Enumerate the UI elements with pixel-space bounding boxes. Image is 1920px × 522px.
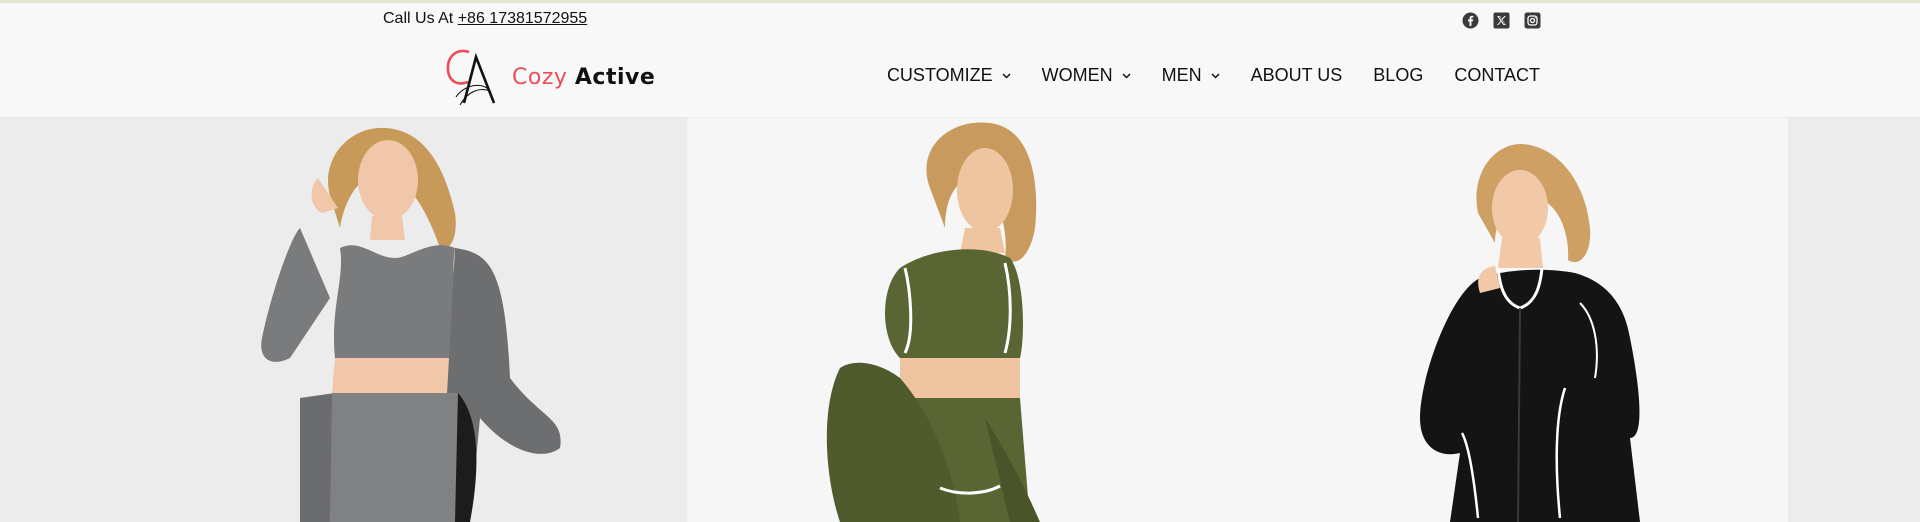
- site-header: Cozy Active CUSTOMIZE WOMEN MEN ABOUT US…: [0, 37, 1920, 118]
- nav-men[interactable]: MEN: [1162, 65, 1220, 86]
- logo-wordmark: Cozy Active: [512, 65, 655, 90]
- topbar: Call Us At +86 17381572955: [0, 3, 1920, 37]
- chevron-down-icon: [1211, 72, 1220, 79]
- nav-blog[interactable]: BLOG: [1373, 65, 1423, 86]
- logo-word-cozy: Cozy: [512, 64, 568, 90]
- facebook-icon[interactable]: [1462, 12, 1479, 29]
- chevron-down-icon: [1122, 72, 1131, 79]
- call-us: Call Us At +86 17381572955: [383, 10, 587, 28]
- nav-label: BLOG: [1373, 65, 1424, 85]
- brand-logo[interactable]: Cozy Active: [442, 45, 655, 109]
- hero-models-illustration: [261, 122, 1640, 522]
- logo-mark-icon: [446, 49, 496, 106]
- nav-label: MEN: [1161, 65, 1202, 85]
- nav-women[interactable]: WOMEN: [1042, 65, 1131, 86]
- nav-label: ABOUT US: [1250, 65, 1343, 85]
- instagram-icon[interactable]: [1524, 12, 1541, 29]
- grey-activewear-model-image: [261, 127, 561, 522]
- phone-link[interactable]: +86 17381572955: [458, 10, 587, 27]
- call-label: Call Us At: [383, 10, 454, 27]
- logo-word-active: Active: [574, 64, 656, 90]
- black-activewear-model-image: [1420, 143, 1640, 522]
- nav-about-us[interactable]: ABOUT US: [1251, 65, 1343, 86]
- nav-label: CUSTOMIZE: [886, 65, 993, 85]
- social-links: [1462, 12, 1541, 29]
- main-nav: CUSTOMIZE WOMEN MEN ABOUT US BLOG CONTAC…: [887, 65, 1540, 86]
- nav-label: CONTACT: [1454, 65, 1540, 85]
- nav-label: WOMEN: [1041, 65, 1113, 85]
- olive-activewear-model-image: [826, 122, 1040, 522]
- chevron-down-icon: [1002, 72, 1011, 79]
- nav-contact[interactable]: CONTACT: [1454, 65, 1540, 86]
- nav-customize[interactable]: CUSTOMIZE: [887, 65, 1011, 86]
- hero-banner[interactable]: [0, 118, 1920, 522]
- x-twitter-icon[interactable]: [1493, 12, 1510, 29]
